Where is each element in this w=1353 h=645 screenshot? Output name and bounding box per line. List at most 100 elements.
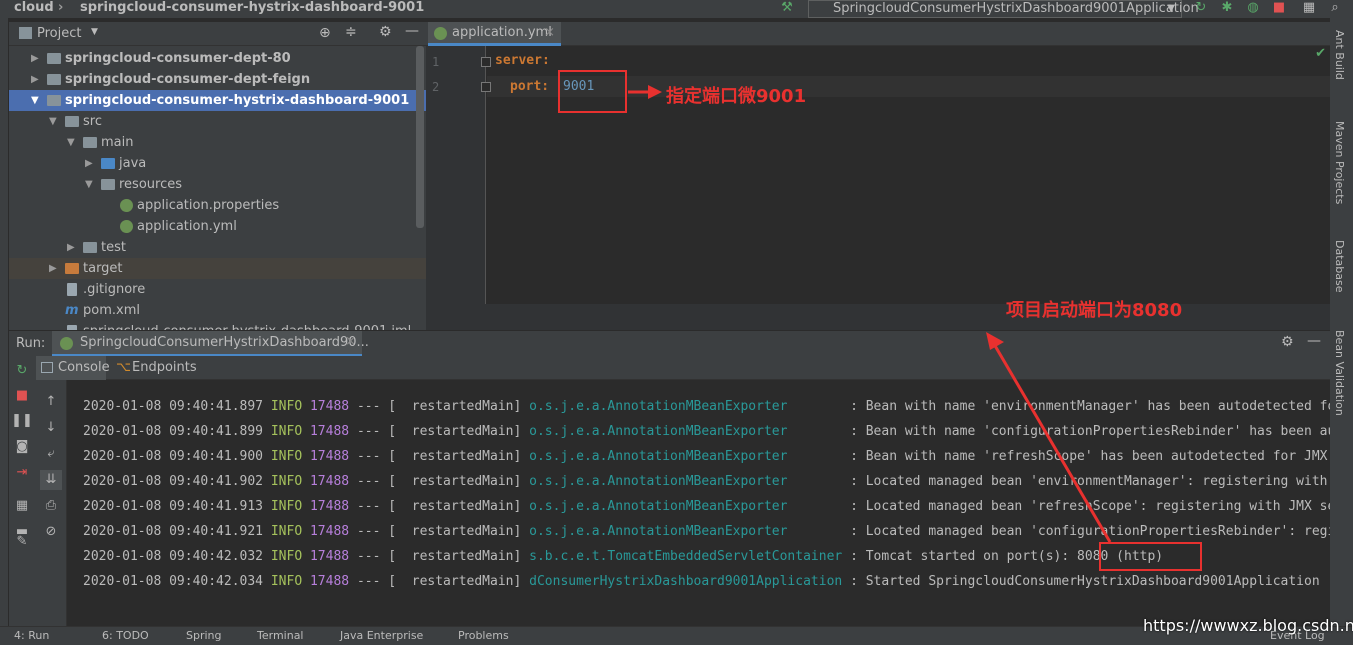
tree-item-label: java (119, 156, 147, 171)
breadcrumb-separator-icon: › (58, 0, 64, 15)
log-level: INFO (270, 524, 303, 539)
resources-folder-icon (101, 179, 115, 190)
close-icon[interactable]: × (544, 22, 555, 44)
scroll-to-end-icon[interactable]: ⇊ (40, 470, 62, 490)
tree-item-label: pom.xml (83, 303, 140, 318)
gear-icon[interactable]: ⚙ (379, 24, 392, 40)
rerun-icon[interactable]: ↻ (1192, 0, 1210, 16)
right-tool-database[interactable]: Database (1333, 240, 1346, 293)
arrow-down-icon[interactable]: ↓ (40, 418, 62, 438)
status-tab-problems[interactable]: Problems (458, 629, 509, 642)
minimize-icon[interactable]: — (405, 23, 419, 39)
tab-application-yml[interactable]: application.yml × (428, 22, 561, 46)
folder-icon (65, 116, 79, 127)
project-folder-icon (19, 27, 32, 39)
right-tool-ant-build[interactable]: Ant Build (1333, 30, 1346, 80)
collapse-all-icon[interactable]: ≑ (345, 24, 357, 40)
run-action-bar: ↻ ■ ❚❚ ◙ ⇥ ▦ ▬ ✎ (9, 356, 36, 626)
rerun-icon[interactable]: ↻ (11, 361, 33, 381)
tree-item-label: target (83, 261, 123, 276)
tab-endpoints-label: Endpoints (132, 360, 197, 375)
folder-icon (83, 137, 97, 148)
exit-icon[interactable]: ⇥ (11, 463, 33, 483)
chevron-down-icon: ▼ (1167, 3, 1175, 14)
module-folder-icon (47, 95, 61, 106)
pin-icon[interactable]: ✎ (11, 532, 33, 552)
tree-item-application-yml[interactable]: application.yml (9, 216, 426, 237)
layout-icon[interactable]: ▦ (11, 496, 33, 516)
breadcrumb-module[interactable]: springcloud-consumer-hystrix-dashboard-9… (80, 0, 424, 15)
chevron-down-icon[interactable]: ▼ (91, 27, 98, 37)
log-thread: --- [ restartedMain] (356, 549, 522, 564)
log-timestamp: 2020-01-08 09:40:41.902 (83, 474, 264, 489)
right-tool-maven-projects[interactable]: Maven Projects (1333, 121, 1346, 204)
tree-item-gitignore[interactable]: .gitignore (9, 279, 426, 300)
close-icon[interactable]: × (345, 334, 356, 349)
log-level: INFO (270, 424, 303, 439)
chevron-right-icon[interactable]: ▶ (31, 48, 39, 69)
tab-console[interactable]: Console (36, 356, 110, 380)
minimize-icon[interactable]: — (1307, 333, 1321, 349)
fold-icon[interactable] (481, 57, 491, 67)
log-thread: --- [ restartedMain] (356, 399, 522, 414)
run-configuration-select[interactable]: SpringcloudConsumerHystrixDashboard9001A… (808, 0, 1199, 18)
pause-icon[interactable]: ❚❚ (11, 411, 33, 431)
tree-item-src[interactable]: ▼ src (9, 111, 426, 132)
tree-item-iml[interactable]: springcloud-consumer-hystrix-dashboard-9… (9, 321, 426, 330)
chevron-right-icon[interactable]: ▶ (31, 69, 39, 90)
chevron-down-icon[interactable]: ▼ (85, 174, 93, 195)
navigation-bar: cloud › springcloud-consumer-hystrix-das… (0, 0, 1353, 18)
gear-icon[interactable]: ⚙ (1281, 334, 1294, 350)
chevron-right-icon[interactable]: ▶ (49, 258, 57, 279)
tree-item-dept-80[interactable]: ▶ springcloud-consumer-dept-80 (9, 48, 426, 69)
soft-wrap-icon[interactable]: ⤶ (40, 444, 62, 464)
tree-item-label: springcloud-consumer-hystrix-dashboard-9… (65, 93, 410, 108)
chevron-down-icon[interactable]: ▼ (67, 132, 75, 153)
arrow-up-icon[interactable]: ↑ (40, 392, 62, 412)
tree-item-application-properties[interactable]: application.properties (9, 195, 426, 216)
status-tab-terminal[interactable]: Terminal (257, 629, 304, 642)
locate-icon[interactable]: ⊕ (319, 25, 331, 41)
breadcrumb-root[interactable]: cloud (14, 0, 54, 15)
tree-item-resources[interactable]: ▼ resources (9, 174, 426, 195)
search-icon[interactable]: ⌕ (1326, 0, 1344, 16)
right-tool-bean-validation[interactable]: Bean Validation (1333, 330, 1346, 416)
stop-icon[interactable]: ■ (11, 386, 33, 406)
tree-item-test[interactable]: ▶ test (9, 237, 426, 258)
console-output[interactable]: 2020-01-08 09:40:41.897 INFO 17488 --- [… (67, 380, 1330, 626)
watermark: https://wwwxz.blog.csdn.net (1143, 616, 1353, 635)
fold-icon[interactable] (481, 82, 491, 92)
tree-item-main[interactable]: ▼ main (9, 132, 426, 153)
yaml-key-server: server: (495, 53, 550, 68)
clear-icon[interactable]: ⊘ (40, 522, 62, 542)
status-tab-todo[interactable]: 6: TODO (102, 629, 149, 642)
status-tab-java-enterprise[interactable]: Java Enterprise (340, 629, 423, 642)
camera-icon[interactable]: ◙ (11, 437, 33, 457)
log-level: INFO (270, 549, 303, 564)
log-pid: 17488 (309, 549, 350, 564)
tree-scrollbar[interactable] (416, 46, 424, 228)
run-tab[interactable]: SpringcloudConsumerHystrixDashboard90...… (52, 331, 369, 357)
chevron-right-icon[interactable]: ▶ (67, 237, 75, 258)
chevron-down-icon[interactable]: ▼ (49, 111, 57, 132)
tree-item-java[interactable]: ▶ java (9, 153, 426, 174)
build-hammer-icon[interactable]: ⚒ (778, 0, 796, 16)
stop-icon[interactable]: ■ (1270, 0, 1288, 16)
status-tab-run[interactable]: 4: Run (14, 629, 49, 642)
chevron-down-icon[interactable]: ▼ (31, 90, 39, 111)
tree-item-hystrix-dashboard[interactable]: ▼ springcloud-consumer-hystrix-dashboard… (9, 90, 426, 111)
debug-icon[interactable]: ✱ (1218, 0, 1236, 16)
log-thread: --- [ restartedMain] (356, 574, 522, 589)
print-icon[interactable]: ⎙ (40, 496, 62, 516)
chevron-right-icon[interactable]: ▶ (85, 153, 93, 174)
coverage-icon[interactable]: ◍ (1244, 0, 1262, 16)
tree-item-pom-xml[interactable]: m pom.xml (9, 300, 426, 321)
tab-endpoints[interactable]: ⌥ Endpoints (110, 356, 197, 380)
log-thread: --- [ restartedMain] (356, 524, 522, 539)
status-tab-spring[interactable]: Spring (186, 629, 222, 642)
tree-item-target[interactable]: ▶ target (9, 258, 426, 279)
project-panel-header: Project ▼ ⊕ ≑ ⚙ — (9, 22, 426, 46)
tree-item-dept-feign[interactable]: ▶ springcloud-consumer-dept-feign (9, 69, 426, 90)
project-panel-title[interactable]: Project (37, 26, 81, 41)
project-structure-icon[interactable]: ▦ (1300, 0, 1318, 16)
